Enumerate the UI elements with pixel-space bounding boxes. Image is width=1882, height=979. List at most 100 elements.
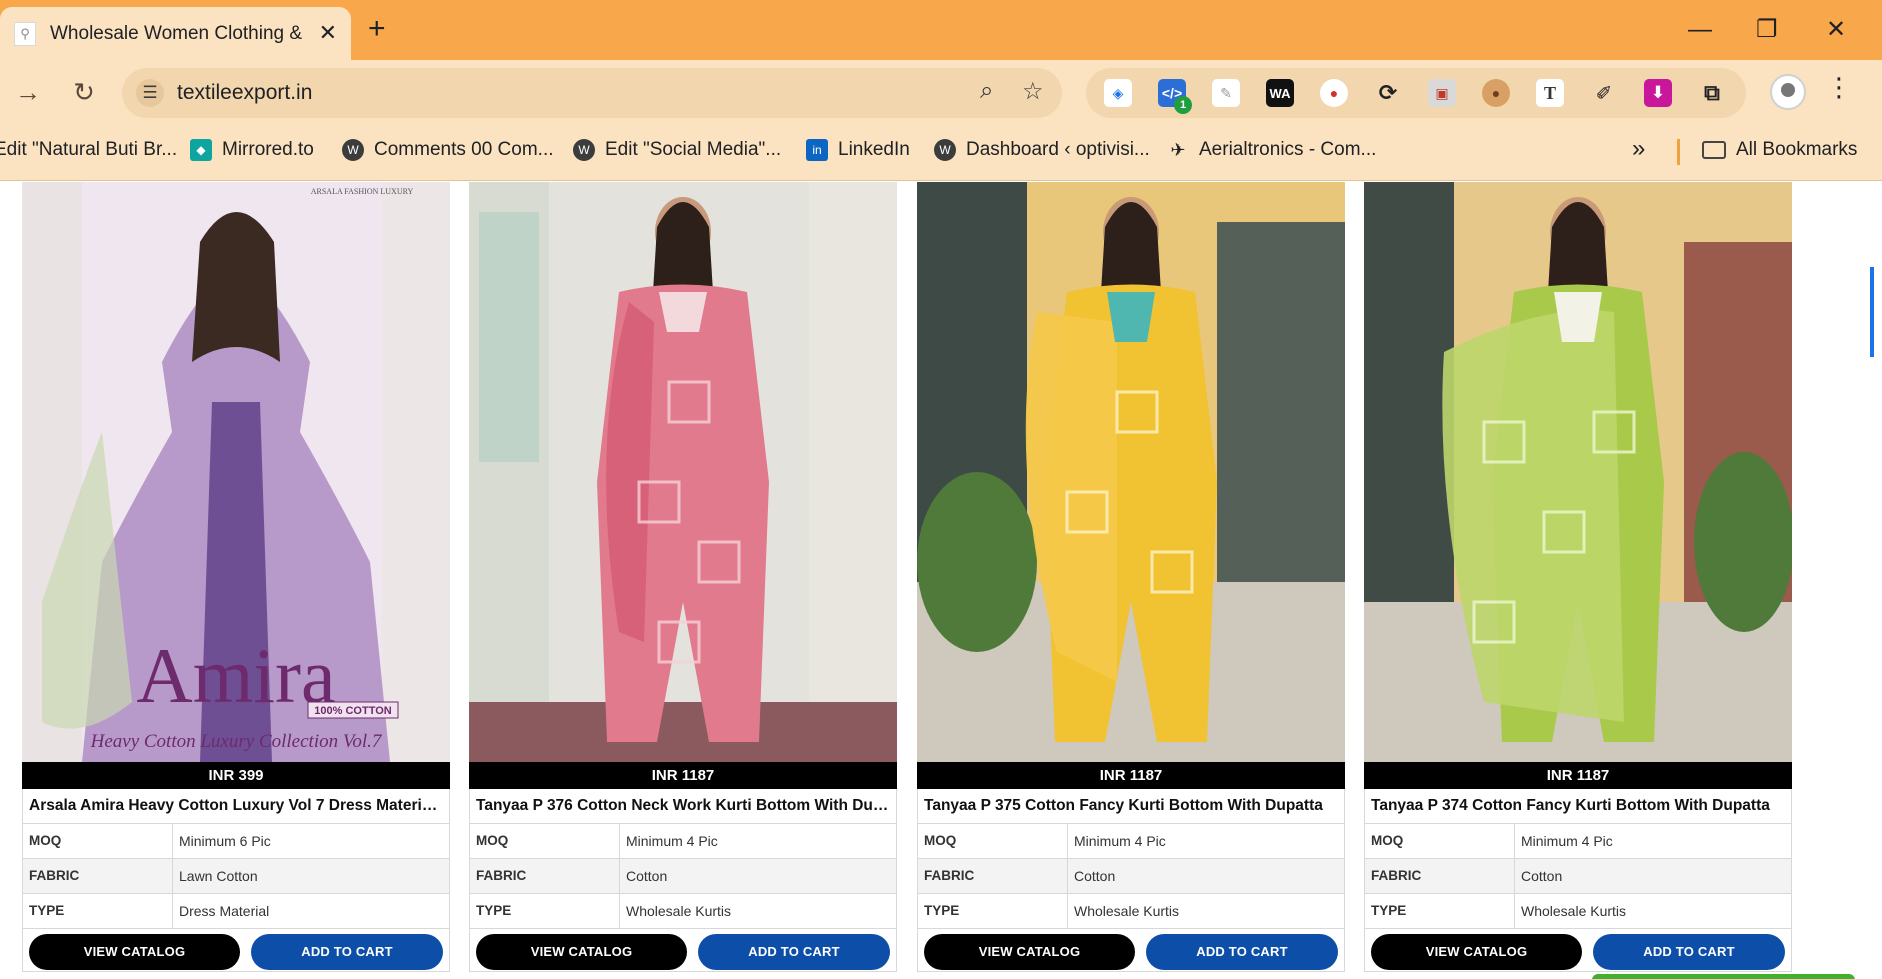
bookmark-star-icon[interactable]: ☆ [1022,77,1044,106]
spec-value: Minimum 6 Pic [179,833,271,849]
wa-extension-icon[interactable]: WA [1266,79,1294,107]
restore-button[interactable]: ❐ [1756,10,1778,50]
bookmark-item[interactable]: ✈ Aerialtronics - Com... [1167,139,1376,161]
bookmark-item[interactable]: ◆ Mirrored.to [190,139,314,161]
product-title[interactable]: Tanyaa P 375 Cotton Fancy Kurti Bottom W… [917,789,1345,823]
spec-row: MOQ Minimum 4 Pic [917,823,1345,858]
view-catalog-button[interactable]: VIEW CATALOG [924,934,1135,970]
browser-titlebar: ⚲ Wholesale Women Clothing & I ✕ + — ❐ ✕ [0,0,1882,60]
product-title[interactable]: Tanyaa P 376 Cotton Neck Work Kurti Bott… [469,789,897,823]
chat-widget-tab[interactable] [1592,974,1855,979]
browser-toolbar: → ↻ ☰ textileexport.in ⌕ ☆ ◈ </> 1 ✎ WA … [0,60,1882,125]
compass-extension-icon[interactable]: ✎ [1212,79,1240,107]
spec-key: TYPE [918,894,1068,928]
spec-key: FABRIC [23,859,173,893]
cookie-extension-icon[interactable]: ● [1482,79,1510,107]
new-tab-button[interactable]: + [368,14,386,44]
product-image[interactable] [469,182,897,762]
bookmarks-separator [1677,139,1680,165]
spec-row: TYPE Wholesale Kurtis [1364,893,1792,928]
product-actions: VIEW CATALOG ADD TO CART [469,928,897,972]
product-card: INR 1187 Tanyaa P 374 Cotton Fancy Kurti… [1364,182,1792,972]
pokeball-extension-icon[interactable]: ● [1320,79,1348,107]
address-bar[interactable]: ☰ textileexport.in ⌕ ☆ [122,68,1062,118]
add-to-cart-button[interactable]: ADD TO CART [251,934,443,970]
folder-icon [1702,141,1726,159]
spec-key: FABRIC [918,859,1068,893]
add-to-cart-button[interactable]: ADD TO CART [698,934,890,970]
tag-extension-icon[interactable]: ◈ [1104,79,1132,107]
product-title[interactable]: Tanyaa P 374 Cotton Fancy Kurti Bottom W… [1364,789,1792,823]
browser-tab[interactable]: ⚲ Wholesale Women Clothing & I ✕ [0,7,351,60]
spec-key: MOQ [470,824,620,858]
image-badge: 100% COTTON [314,705,391,717]
all-bookmarks-button[interactable]: All Bookmarks [1702,139,1857,161]
spec-row: FABRIC Lawn Cotton [22,858,450,893]
bookmark-label: Dashboard ‹ optivisi... [966,139,1150,160]
product-image[interactable] [917,182,1345,762]
spec-key: MOQ [23,824,173,858]
image-brand: ARSALA FASHION LUXURY [311,187,414,196]
product-card: INR 1187 Tanyaa P 376 Cotton Neck Work K… [469,182,897,972]
view-catalog-button[interactable]: VIEW CATALOG [29,934,240,970]
bookmark-label: Aerialtronics - Com... [1199,139,1377,160]
spec-value: Wholesale Kurtis [1521,903,1627,919]
site-info-icon[interactable]: ☰ [136,79,164,107]
product-actions: VIEW CATALOG ADD TO CART [917,928,1345,972]
text-extension-icon[interactable]: T [1536,79,1564,107]
bookmark-item[interactable]: W Comments 00 Com... [342,139,554,161]
spec-key: TYPE [1365,894,1515,928]
bookmark-item[interactable]: W Dashboard ‹ optivisi... [934,139,1150,161]
spec-row: TYPE Dress Material [22,893,450,928]
minimize-button[interactable]: — [1688,10,1712,50]
product-card: Amira 100% COTTON Heavy Cotton Luxury Co… [22,182,450,972]
tab-close-icon[interactable]: ✕ [319,20,337,46]
add-to-cart-button[interactable]: ADD TO CART [1146,934,1338,970]
bookmark-item[interactable]: in LinkedIn [806,139,910,161]
spec-row: MOQ Minimum 6 Pic [22,823,450,858]
extensions-area: ◈ </> 1 ✎ WA ● ⟳ ▣ ● T ✐ ⬇ ⧉ [1086,68,1746,118]
spec-row: FABRIC Cotton [917,858,1345,893]
sync-extension-icon[interactable]: ⟳ [1374,79,1402,107]
scroll-indicator[interactable] [1870,267,1874,357]
eyedropper-extension-icon[interactable]: ✐ [1590,79,1618,107]
product-price: INR 1187 [917,762,1345,789]
zoom-icon[interactable]: ⌕ [980,77,993,105]
cast-extension-icon[interactable]: ▣ [1428,79,1456,107]
bookmark-label: Edit "Social Media"... [605,139,782,160]
view-catalog-button[interactable]: VIEW CATALOG [476,934,687,970]
site-favicon-icon: ⚲ [14,21,36,46]
reload-icon[interactable]: ↻ [64,72,104,112]
profile-avatar[interactable] [1770,74,1806,110]
tab-title: Wholesale Women Clothing & I [50,22,305,44]
window-close-button[interactable]: ✕ [1826,10,1846,50]
product-image[interactable] [1364,182,1792,762]
spec-value: Dress Material [179,903,270,919]
spec-row: FABRIC Cotton [469,858,897,893]
bookmark-item[interactable]: W Edit "Social Media"... [573,139,781,161]
page-viewport[interactable]: Amira 100% COTTON Heavy Cotton Luxury Co… [0,182,1882,979]
puzzle-extensions-icon[interactable]: ⧉ [1698,79,1726,107]
download-extension-icon[interactable]: ⬇ [1644,79,1672,107]
mirrored-icon: ◆ [190,139,212,161]
spec-key: FABRIC [470,859,620,893]
wordpress-icon: W [342,139,364,161]
forward-icon[interactable]: → [8,72,48,112]
wordpress-icon: W [573,139,595,161]
view-catalog-button[interactable]: VIEW CATALOG [1371,934,1582,970]
more-bookmarks-button[interactable]: » [1632,135,1645,163]
browser-menu-icon[interactable]: ⋮ [1826,72,1852,103]
image-subtitle: Heavy Cotton Luxury Collection Vol.7 [90,731,383,752]
url-text[interactable]: textileexport.in [177,81,312,105]
spec-key: TYPE [23,894,173,928]
wordpress-icon: W [934,139,956,161]
extension-badge: 1 [1174,96,1192,114]
product-title[interactable]: Arsala Amira Heavy Cotton Luxury Vol 7 D… [22,789,450,823]
product-image[interactable]: Amira 100% COTTON Heavy Cotton Luxury Co… [22,182,450,762]
spec-value: Lawn Cotton [179,868,258,884]
image-caption: Amira [136,632,335,719]
product-card: INR 1187 Tanyaa P 375 Cotton Fancy Kurti… [917,182,1345,972]
bookmark-label: Edit "Natural Buti Br... [0,139,178,160]
bookmark-item[interactable]: Edit "Natural Buti Br... [0,139,177,161]
add-to-cart-button[interactable]: ADD TO CART [1593,934,1785,970]
